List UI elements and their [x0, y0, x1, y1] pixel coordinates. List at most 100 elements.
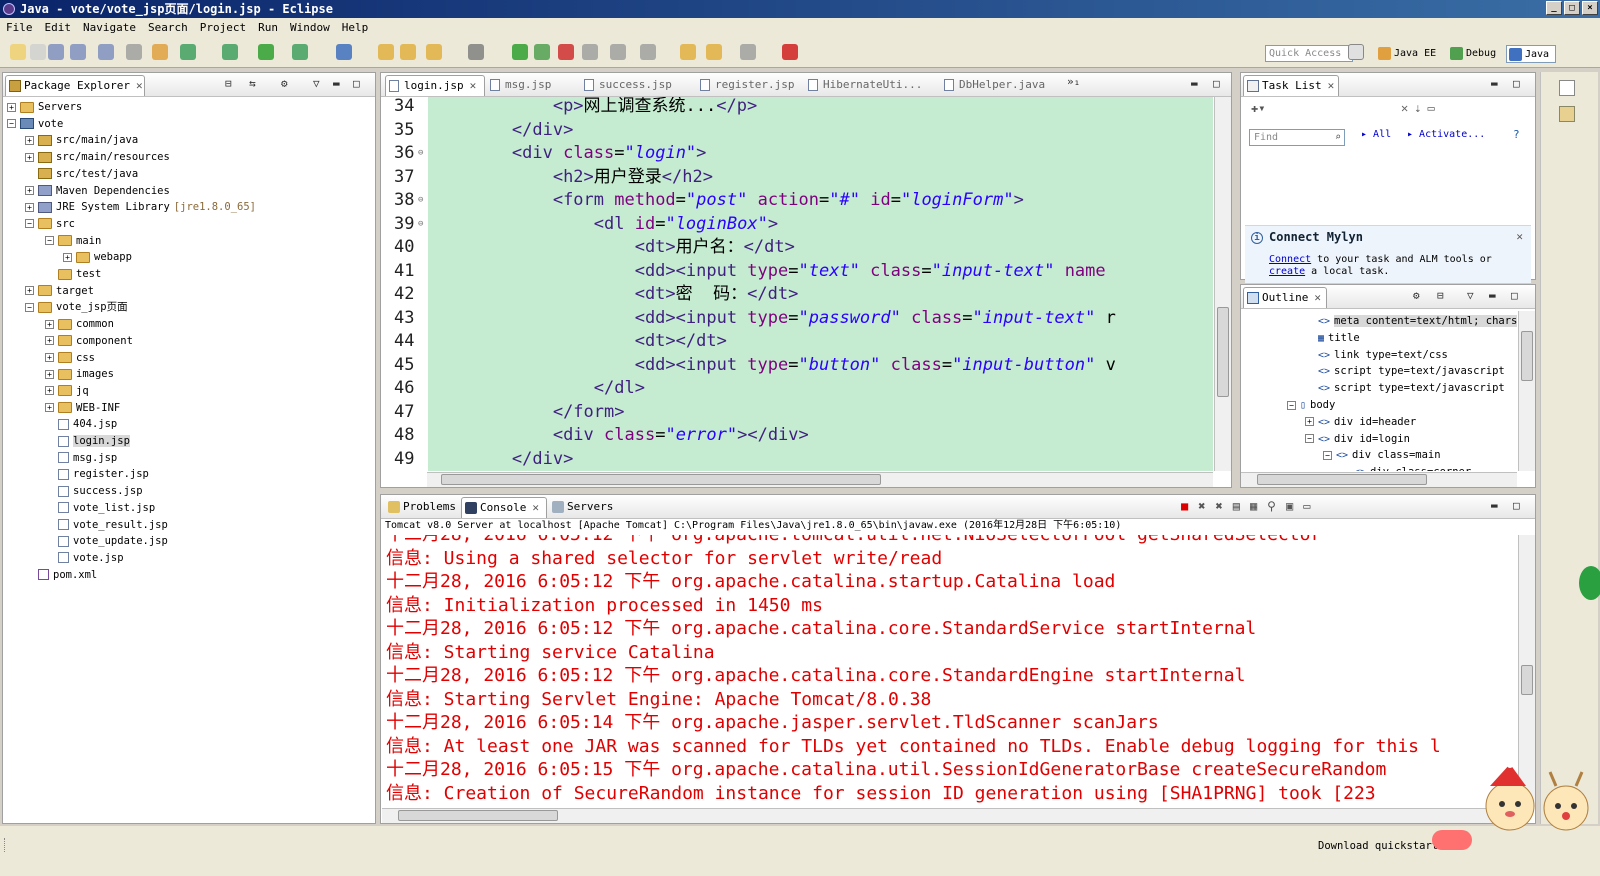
outline-item[interactable]: − ▯ body	[1287, 397, 1335, 414]
search-type-icon[interactable]	[336, 44, 352, 60]
close-tab-icon[interactable]: ✕	[136, 79, 143, 92]
expand-icon[interactable]: +	[25, 186, 34, 195]
remove-all-icon[interactable]: ✖	[1215, 499, 1232, 513]
stop-server-icon[interactable]	[558, 44, 574, 60]
tree-item[interactable]: pom.xml	[25, 567, 97, 583]
print-icon[interactable]	[98, 44, 114, 60]
tab-outline[interactable]: Outline ✕	[1243, 287, 1327, 308]
editor-horizontal-scrollbar[interactable]	[427, 472, 1213, 487]
floating-widget-icon[interactable]	[1579, 566, 1600, 600]
menu-help[interactable]: Help	[342, 21, 369, 34]
outline-item[interactable]: − <> div id=login	[1305, 431, 1410, 448]
maximize-view-icon[interactable]: □	[1513, 499, 1520, 512]
run-external-icon[interactable]	[292, 44, 308, 60]
jrebel-icon[interactable]	[782, 44, 798, 60]
fold-toggle-icon[interactable]: ⊖	[418, 142, 423, 166]
expand-icon[interactable]: +	[63, 252, 72, 262]
mascot-badge-icon[interactable]	[1432, 830, 1472, 850]
outline-horizontal-scrollbar[interactable]	[1241, 472, 1517, 487]
view-menu-chevron-icon[interactable]: ▽	[1467, 289, 1474, 302]
console-horizontal-scrollbar[interactable]	[382, 808, 1517, 823]
next-annotation-icon[interactable]	[610, 44, 626, 60]
close-tab-icon[interactable]: ✕	[532, 501, 539, 514]
trim-view-icon[interactable]	[1559, 106, 1575, 122]
menu-run[interactable]: Run	[258, 21, 278, 34]
scroll-thumb[interactable]	[1217, 307, 1229, 397]
start-server-icon[interactable]	[512, 44, 528, 60]
open-folder-icon[interactable]	[378, 44, 394, 60]
tree-item[interactable]: − vote_jsp页面	[25, 299, 128, 315]
new-icon[interactable]	[10, 44, 26, 60]
scroll-thumb[interactable]	[1257, 474, 1427, 485]
tree-item[interactable]: login.jsp	[45, 433, 130, 449]
profile-icon[interactable]	[582, 44, 598, 60]
tree-item[interactable]: + images	[45, 366, 114, 382]
tree-item[interactable]: + JRE System Library [jre1.8.0_65]	[25, 199, 256, 215]
tab-package-explorer[interactable]: Package Explorer ✕	[5, 75, 145, 96]
refresh-icon[interactable]	[180, 44, 196, 60]
create-link[interactable]: create	[1269, 266, 1305, 277]
expand-icon[interactable]: +	[25, 202, 34, 212]
close-button[interactable]: ×	[1582, 1, 1598, 15]
scroll-thumb[interactable]	[1521, 665, 1533, 695]
all-filter-link[interactable]: ▸ All	[1361, 129, 1391, 140]
expand-icon[interactable]: +	[45, 403, 54, 413]
expand-icon[interactable]: +	[45, 336, 54, 346]
tree-item[interactable]: vote_update.jsp	[45, 533, 168, 549]
tree-item[interactable]: msg.jsp	[45, 450, 117, 466]
save-all-icon[interactable]	[70, 44, 86, 60]
collapse-all-icon[interactable]: ⊟	[225, 77, 232, 90]
fold-toggle-icon[interactable]: ⊖	[418, 213, 423, 237]
outline-item[interactable]: ▦ title	[1305, 330, 1360, 347]
expand-icon[interactable]: +	[25, 286, 34, 296]
view-menu-chevron-icon[interactable]: ▽	[313, 77, 320, 90]
editor-vertical-scrollbar[interactable]	[1214, 97, 1231, 471]
hide-nodes-icon[interactable]: ⚙	[1413, 289, 1420, 302]
terminate-icon[interactable]: ■	[1181, 499, 1198, 513]
tree-item[interactable]: + src/main/resources	[25, 149, 170, 165]
tree-item[interactable]: − src	[25, 216, 75, 232]
editor-tab-register-jsp[interactable]: register.jsp	[697, 75, 801, 96]
open-file-icon[interactable]	[400, 44, 416, 60]
tree-item[interactable]: − main	[45, 233, 101, 249]
expand-icon[interactable]: +	[25, 152, 34, 162]
tree-item[interactable]: + common	[45, 316, 114, 332]
outline-item[interactable]: + <> div id=header	[1305, 414, 1416, 431]
task-list-toolbar-icons[interactable]: ✕⇣▭	[1401, 101, 1441, 115]
minimize-button[interactable]: _	[1546, 1, 1562, 15]
new-package-icon[interactable]	[152, 44, 168, 60]
fold-toggle-icon[interactable]: ⊖	[418, 189, 423, 213]
maximize-view-icon[interactable]: □	[1513, 77, 1520, 90]
tree-item[interactable]: register.jsp	[45, 466, 149, 482]
maximize-view-icon[interactable]: □	[353, 77, 360, 90]
save-icon[interactable]	[48, 44, 64, 60]
close-icon[interactable]: ✕	[1516, 230, 1523, 243]
maximize-view-icon[interactable]: □	[1511, 289, 1518, 302]
perspective-java[interactable]: Java	[1506, 45, 1556, 63]
tree-item[interactable]: + webapp	[63, 249, 132, 265]
minimize-view-icon[interactable]: ▬	[333, 77, 340, 90]
maximize-button[interactable]: □	[1564, 1, 1580, 15]
tree-item[interactable]: vote_list.jsp	[45, 500, 155, 516]
tree-item[interactable]: + component	[45, 333, 133, 349]
outline-item[interactable]: − <> div class=main	[1323, 447, 1441, 464]
debug-icon[interactable]	[222, 44, 238, 60]
last-edit-icon[interactable]	[680, 44, 696, 60]
outline-item[interactable]: <> div class=corner	[1341, 464, 1471, 471]
tab-overflow-indicator[interactable]: »₁	[1067, 75, 1080, 88]
collapse-icon[interactable]: −	[7, 119, 16, 129]
expand-icon[interactable]: +	[45, 319, 54, 329]
expand-icon[interactable]: +	[25, 135, 34, 145]
display-console-icon[interactable]: ▣	[1286, 499, 1303, 513]
link-editor-icon[interactable]: ⇆	[249, 77, 256, 90]
tree-item[interactable]: + src/main/java	[25, 132, 138, 148]
menu-file[interactable]: File	[6, 21, 33, 34]
pin-console-icon[interactable]: ⚲	[1267, 499, 1286, 513]
tree-item[interactable]: + Servers	[7, 99, 82, 115]
tree-item[interactable]: success.jsp	[45, 483, 143, 499]
connect-link[interactable]: Connect	[1269, 254, 1311, 265]
word-wrap-icon[interactable]: ▦	[1250, 499, 1267, 513]
expand-icon[interactable]: +	[7, 102, 16, 112]
tree-item[interactable]: src/test/java	[25, 166, 138, 182]
tree-item[interactable]: vote.jsp	[45, 550, 124, 566]
